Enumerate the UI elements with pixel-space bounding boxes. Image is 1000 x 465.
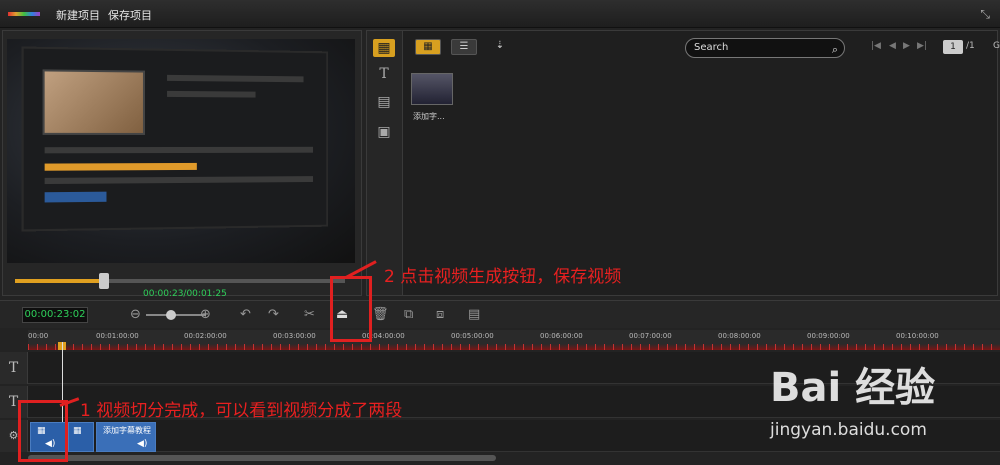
menu-bar: 新建项目 保存项目 ⤡ bbox=[0, 0, 1000, 28]
filter-tab-icon[interactable]: ▣ bbox=[373, 123, 395, 141]
timeline-toolbar: 00:00:23:02 ⊖ ⊕ ↶ ↷ ✂ ⏏ 🗑 ⧉ ⧈ ▤ bbox=[0, 300, 1000, 328]
monitor-image bbox=[21, 46, 329, 232]
go-button[interactable]: GO bbox=[993, 41, 1000, 51]
video-clip-3[interactable]: 添加字幕教程 ◀) bbox=[96, 422, 156, 452]
preview-scrubber[interactable] bbox=[15, 273, 345, 289]
first-page-icon[interactable]: |◀ bbox=[871, 41, 881, 51]
preview-timecode: 00:00:23/00:01:25 bbox=[143, 289, 227, 299]
ruler-label: 00:08:00:00 bbox=[718, 332, 761, 340]
text-tab-icon[interactable]: T bbox=[373, 65, 395, 83]
grid-view-icon[interactable]: ▦ bbox=[415, 39, 441, 55]
copy-icon[interactable]: ⧉ bbox=[404, 307, 413, 322]
library-sidebar: ▦ T ▤ ▣ bbox=[367, 31, 403, 295]
paste-icon[interactable]: ▤ bbox=[468, 307, 480, 322]
export-highlight-box bbox=[330, 276, 372, 342]
media-thumbnail[interactable] bbox=[411, 73, 453, 105]
ruler-label: 00:06:00:00 bbox=[540, 332, 583, 340]
library-toolbar: ▦ ☰ ⇣ Search ⌕ |◀ ◀ ▶ ▶| 1 /1 GO bbox=[403, 31, 1000, 63]
ruler-ticks bbox=[28, 344, 1000, 350]
ruler-label: 00:00 bbox=[28, 332, 49, 340]
clip-label: 添加字幕教程 bbox=[103, 426, 151, 435]
save-project-menu[interactable]: 保存项目 bbox=[108, 7, 152, 23]
media-thumbnail-label: 添加字... bbox=[413, 112, 445, 121]
title-track-icon: T bbox=[0, 352, 28, 384]
film-icon: ▦ bbox=[73, 426, 82, 436]
scrubber-fill bbox=[15, 279, 105, 283]
zoom-out-icon[interactable]: ⊖ bbox=[130, 307, 141, 322]
baidu-watermark-url: jingyan.baidu.com bbox=[770, 420, 927, 440]
next-page-icon[interactable]: ▶ bbox=[903, 41, 910, 51]
ruler-label: 00:10:00:00 bbox=[896, 332, 939, 340]
search-placeholder: Search bbox=[694, 42, 729, 53]
app-logo-icon bbox=[8, 12, 40, 16]
app-window: 新建项目 保存项目 ⤡ 00:00:23/00:01:25 ▶ ◀| |▶ |◀… bbox=[0, 0, 1000, 465]
timeline-timecode: 00:00:23:02 bbox=[22, 307, 88, 323]
ruler-label: 00:02:00:00 bbox=[184, 332, 227, 340]
ruler-label: 00:03:00:00 bbox=[273, 332, 316, 340]
transition-tab-icon[interactable]: ▤ bbox=[373, 93, 395, 111]
ruler-label: 00:01:00:00 bbox=[96, 332, 139, 340]
timeline-ruler[interactable]: 00:00 00:01:00:00 00:02:00:00 00:03:00:0… bbox=[28, 330, 1000, 350]
sort-icon[interactable]: ⇣ bbox=[487, 39, 513, 55]
page-total: /1 bbox=[966, 41, 975, 51]
timeline-scrollbar[interactable] bbox=[28, 455, 496, 461]
split-icon[interactable]: ✂ bbox=[304, 307, 315, 322]
video-clip-2[interactable]: ▦ bbox=[68, 422, 94, 452]
delete-icon[interactable]: 🗑 bbox=[372, 307, 389, 322]
step1-annotation: 1 视频切分完成，可以看到视频分成了两段 bbox=[80, 401, 403, 421]
baidu-watermark: Bai 经验 bbox=[770, 365, 936, 411]
zoom-handle[interactable] bbox=[166, 310, 176, 320]
ruler-label: 00:07:00:00 bbox=[629, 332, 672, 340]
video-preview bbox=[7, 39, 355, 263]
ruler-label: 00:09:00:00 bbox=[807, 332, 850, 340]
search-input[interactable]: Search ⌕ bbox=[685, 38, 845, 58]
cut-icon[interactable]: ⧈ bbox=[436, 307, 444, 322]
scrubber-handle[interactable] bbox=[99, 273, 110, 289]
search-icon[interactable]: ⌕ bbox=[832, 41, 838, 59]
prev-page-icon[interactable]: ◀ bbox=[889, 41, 896, 51]
split-highlight-box bbox=[18, 400, 68, 462]
list-view-icon[interactable]: ☰ bbox=[451, 39, 477, 55]
collapse-icon[interactable]: ⤡ bbox=[980, 7, 990, 22]
preview-panel: 00:00:23/00:01:25 ▶ ◀| |▶ |◀ ▶| ◀ bbox=[2, 30, 362, 323]
page-number-input[interactable]: 1 bbox=[943, 40, 963, 54]
library-panel: ▦ T ▤ ▣ ▦ ☰ ⇣ Search ⌕ |◀ ◀ ▶ ▶| 1 /1 GO… bbox=[366, 30, 1000, 296]
step2-annotation: 2 点击视频生成按钮，保存视频 bbox=[384, 267, 622, 287]
redo-icon[interactable]: ↷ bbox=[268, 307, 279, 322]
zoom-in-icon[interactable]: ⊕ bbox=[200, 307, 211, 322]
new-project-menu[interactable]: 新建项目 bbox=[56, 7, 100, 23]
last-page-icon[interactable]: ▶| bbox=[917, 41, 927, 51]
undo-icon[interactable]: ↶ bbox=[240, 307, 251, 322]
audio-icon: ◀) bbox=[137, 439, 148, 449]
ruler-label: 00:05:00:00 bbox=[451, 332, 494, 340]
media-tab-icon[interactable]: ▦ bbox=[373, 39, 395, 57]
zoom-slider[interactable] bbox=[146, 310, 206, 320]
